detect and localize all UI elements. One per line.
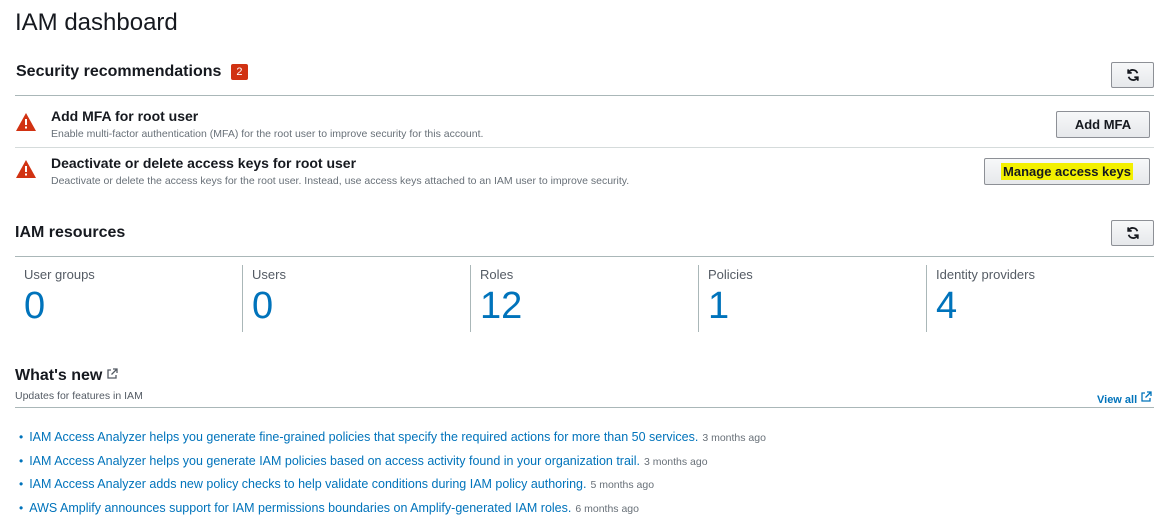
section-divider [15,407,1154,408]
section-divider [15,95,1154,96]
news-link[interactable]: IAM Access Analyzer adds new policy chec… [29,477,586,491]
whats-new-list: • IAM Access Analyzer helps you generate … [19,426,766,519]
resource-identity-providers[interactable]: Identity providers 4 [936,265,1146,332]
resource-count[interactable]: 0 [24,284,234,328]
view-all-link[interactable]: View all [1097,391,1152,406]
recommendation-description: Deactivate or delete the access keys for… [51,175,630,187]
news-link[interactable]: IAM Access Analyzer helps you generate f… [29,430,698,444]
bullet: • [19,500,24,515]
warning-icon [16,160,36,178]
list-item: • IAM Access Analyzer helps you generate … [19,450,766,474]
recommendation-title: Add MFA for root user [51,108,199,124]
resource-label: Policies [708,267,753,282]
section-divider [15,256,1154,257]
resource-policies[interactable]: Policies 1 [708,265,918,332]
resource-label: Identity providers [936,267,1035,282]
resource-user-groups[interactable]: User groups 0 [24,265,234,332]
manage-access-keys-label: Manage access keys [1001,163,1133,180]
resource-roles[interactable]: Roles 12 [480,265,690,332]
security-recommendations-header: Security recommendations 2 [16,62,248,82]
iam-resources-title: IAM resources [15,224,126,241]
refresh-recommendations-button[interactable] [1111,62,1154,88]
external-link-icon [107,368,119,379]
refresh-icon [1126,69,1139,81]
bullet: • [19,453,24,468]
resource-divider [926,265,927,332]
page-title: IAM dashboard [15,9,178,36]
resource-divider [470,265,471,332]
list-item: • IAM Access Analyzer adds new policy che… [19,473,766,497]
whats-new-title: What's new [15,367,103,384]
bullet: • [19,430,24,444]
whats-new-subtitle: Updates for features in IAM [15,390,143,402]
news-link[interactable]: AWS Amplify announces support for IAM pe… [29,501,571,515]
news-timestamp: 3 months ago [702,432,766,444]
whats-new-header: What's new [15,367,119,385]
recommendation-title: Deactivate or delete access keys for roo… [51,155,357,171]
list-item: • AWS Amplify announces support for IAM p… [19,497,766,519]
news-timestamp: 3 months ago [643,455,708,468]
resource-count[interactable]: 12 [480,284,690,328]
recommendation-description: Enable multi-factor authentication (MFA)… [51,128,484,140]
resource-count[interactable]: 1 [708,284,918,328]
refresh-icon [1126,227,1139,239]
resource-label: Roles [480,267,514,282]
security-recommendations-title: Security recommendations [16,63,222,80]
resource-label: Users [252,267,286,282]
resource-users[interactable]: Users 0 [252,265,462,332]
resource-divider [698,265,699,332]
refresh-resources-button[interactable] [1111,220,1154,246]
recommendation-item: Add MFA for root user Enable multi-facto… [15,108,1154,144]
add-mfa-button[interactable]: Add MFA [1056,111,1150,138]
resource-divider [242,265,243,332]
list-item: • IAM Access Analyzer helps you generate … [19,426,766,450]
bullet: • [19,477,24,491]
external-link-icon [1141,391,1152,402]
news-link[interactable]: IAM Access Analyzer helps you generate I… [29,454,640,468]
resource-count[interactable]: 0 [252,284,462,328]
recommendations-count-badge: 2 [231,64,248,80]
news-timestamp: 5 months ago [590,479,655,491]
news-timestamp: 6 months ago [575,502,639,515]
iam-dashboard-page: IAM dashboard Security recommendations 2 … [0,0,1162,519]
manage-access-keys-button[interactable]: Manage access keys [984,158,1150,185]
recommendation-divider [15,147,1154,148]
warning-icon [16,113,36,131]
view-all-label: View all [1097,394,1138,406]
resource-count[interactable]: 4 [936,284,1146,328]
resource-label: User groups [24,267,95,282]
